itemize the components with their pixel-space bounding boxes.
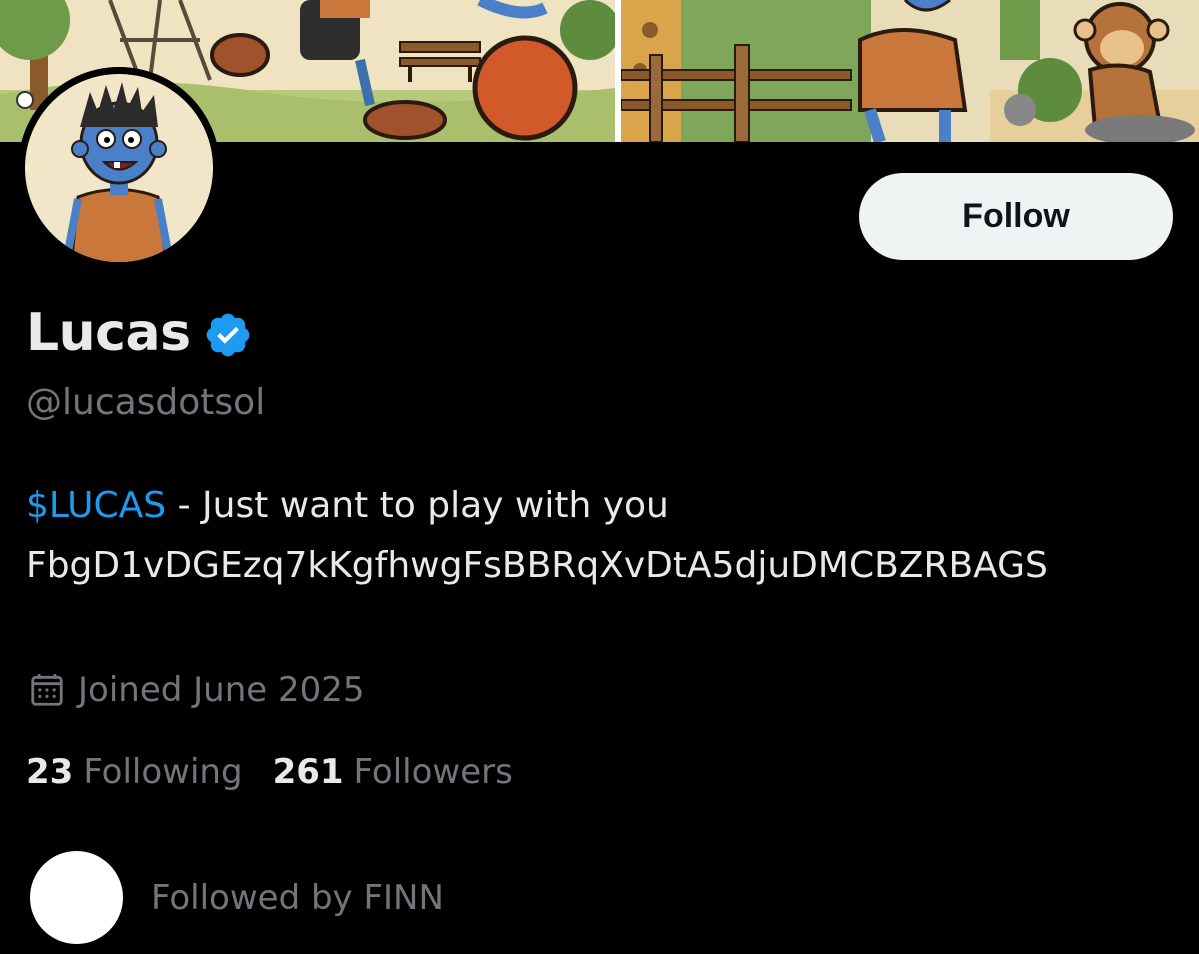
display-name: Lucas [26, 303, 191, 363]
following-count: 23 [26, 752, 74, 792]
followers-count: 261 [272, 752, 344, 792]
followers-label: Followers [353, 752, 513, 792]
profile-avatar[interactable] [18, 67, 220, 269]
verified-badge-icon[interactable] [203, 310, 253, 360]
joined-date: Joined June 2025 [28, 670, 365, 710]
followers-link[interactable]: 261 Followers [273, 752, 513, 792]
followed-by-text: Followed by FINN [151, 877, 444, 918]
following-link[interactable]: 23 Following [26, 752, 243, 792]
bio-address: FbgD1vDGEzq7kKgfhwgFsBBRqXvDtA5djuDMCBZR… [26, 545, 1048, 586]
follow-button[interactable]: Follow [859, 173, 1173, 260]
profile-bio: $LUCAS - Just want to play with you FbgD… [26, 476, 1176, 596]
profile-handle: @lucasdotsol [26, 382, 266, 423]
cashtag-link[interactable]: $LUCAS [26, 485, 166, 526]
joined-text: Joined June 2025 [78, 670, 365, 710]
followed-by-row[interactable]: Followed by FINN [30, 851, 444, 944]
following-label: Following [83, 752, 243, 792]
calendar-icon [31, 674, 63, 706]
follow-stats: 23 Following 261 Followers [26, 752, 513, 792]
follower-avatar[interactable] [30, 851, 123, 944]
profile-name-row: Lucas [26, 300, 253, 366]
bio-text: - Just want to play with you [166, 485, 669, 526]
